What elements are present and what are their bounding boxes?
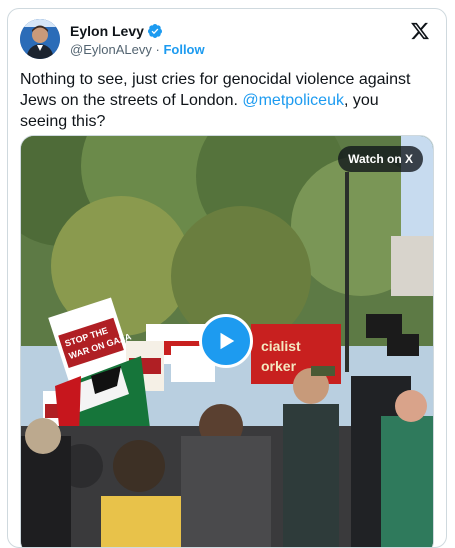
separator: · [155, 42, 160, 57]
tweet-text: Nothing to see, just cries for genocidal… [20, 69, 420, 132]
mention-link[interactable]: @metpoliceuk [242, 92, 344, 109]
follow-button[interactable]: Follow [163, 42, 204, 57]
avatar[interactable] [20, 19, 60, 59]
svg-text:orker: orker [261, 358, 297, 374]
handle[interactable]: @EylonALevy [70, 42, 152, 57]
x-logo-icon[interactable] [410, 21, 432, 43]
play-icon [220, 332, 235, 350]
tweet-header: Eylon Levy @EylonALevy · Follow [20, 19, 434, 63]
play-button[interactable] [199, 314, 253, 368]
name-row: Eylon Levy [70, 23, 163, 39]
handle-row: @EylonALevy · Follow [70, 42, 205, 57]
video-player[interactable]: cialist orker STOP THE WAR ON GAZA Watch… [20, 135, 434, 547]
verified-badge-icon [147, 23, 163, 39]
svg-text:cialist: cialist [261, 338, 301, 354]
tweet-card: Eylon Levy @EylonALevy · Follow Nothing … [7, 8, 447, 548]
display-name[interactable]: Eylon Levy [70, 23, 144, 39]
watch-on-x-button[interactable]: Watch on X [338, 146, 423, 172]
